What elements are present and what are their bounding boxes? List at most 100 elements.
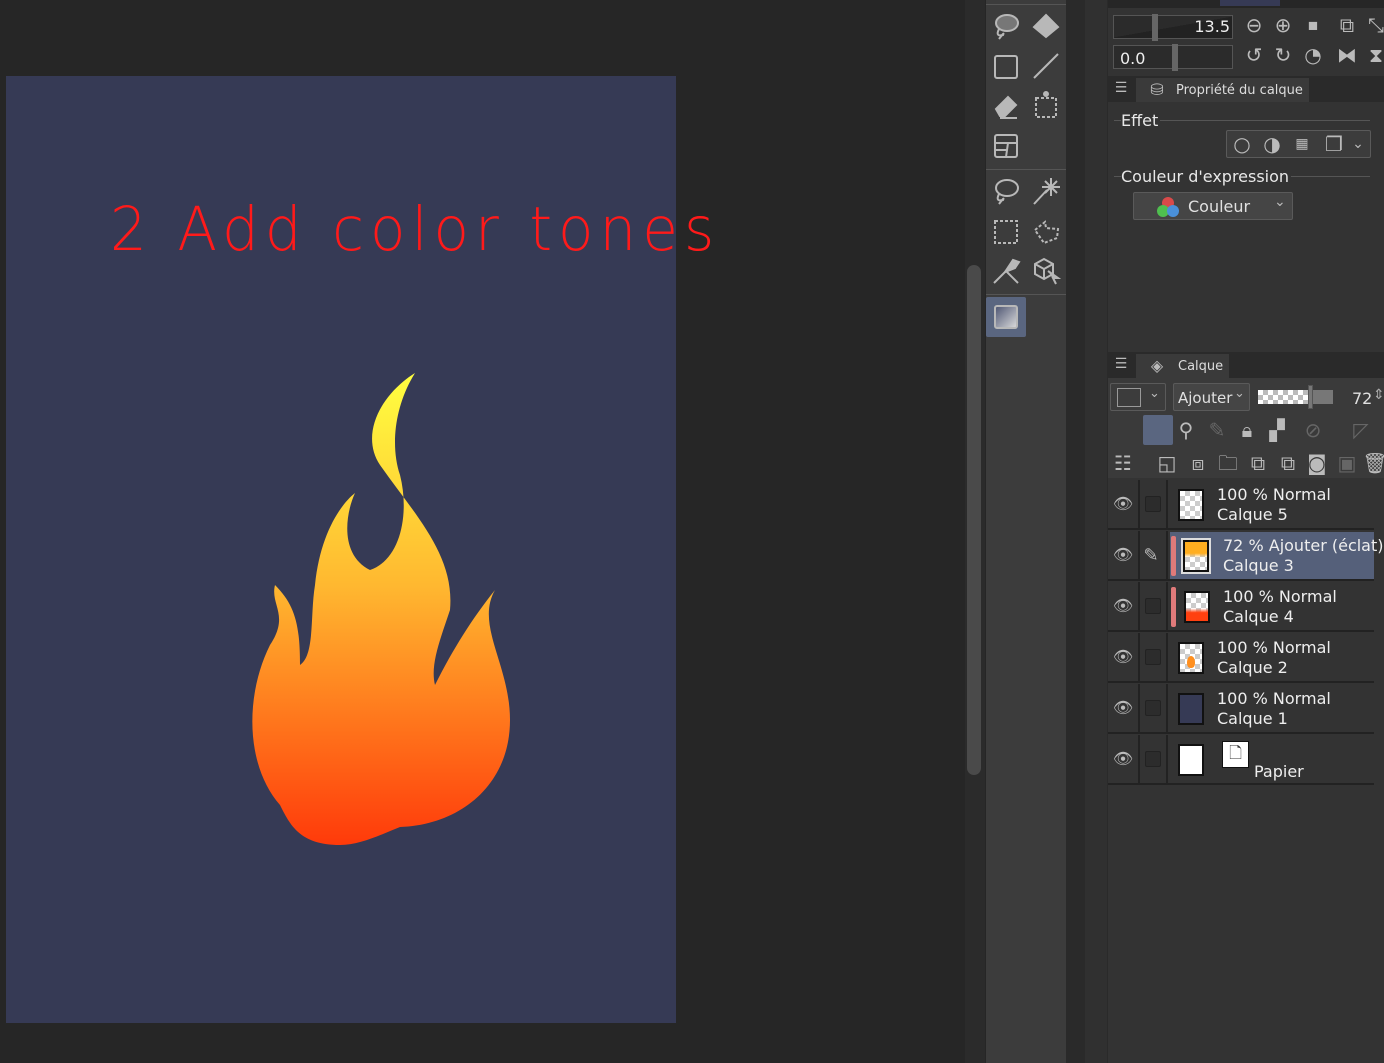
lock-transparency-icon[interactable]: ▞ [1264,418,1290,442]
layer-property-icon: ⛁ [1150,80,1164,99]
draft-layer-icon[interactable]: ✎ [1204,418,1230,442]
reference-layer-icon[interactable]: ⚲ [1173,418,1199,442]
tab-layer-property[interactable]: ⛁ Propriété du calque [1136,78,1309,102]
layer-thumbnail [1178,489,1204,521]
layer-thumbnail [1184,591,1210,623]
eraser-tool-icon[interactable] [987,87,1025,125]
line-tool-icon[interactable] [1027,47,1065,85]
new-folder-icon[interactable]: 🗀︎ [1215,451,1241,475]
rectangle-tool-icon[interactable] [987,47,1025,85]
opacity-slider[interactable] [1258,385,1333,409]
panel-menu-icon[interactable]: ☰ [1108,352,1134,376]
layer-color-effect-icon[interactable]: ❐ [1321,132,1347,156]
rotate-right-icon[interactable]: ↻ [1270,43,1296,67]
magic-wand-tool-icon[interactable] [1027,172,1065,210]
frame-border-tool-icon[interactable] [987,127,1025,165]
3d-object-tool-icon[interactable] [1027,252,1065,290]
blend-mode-select[interactable]: Ajouter ⌄ [1173,383,1250,411]
layer-row-selected[interactable]: 👁︎ ✎ 72 % Ajouter (éclat) Calque 3 [1108,531,1384,581]
layer-row[interactable]: 👁︎ 100 % Normal Calque 5 [1108,480,1374,530]
expression-color-select[interactable]: Couleur ⌄ [1133,192,1293,220]
layer-row[interactable]: 👁︎ 100 % Normal Calque 2 [1108,633,1374,683]
fire-drawing [252,373,510,845]
pen-edit-icon: ✎ [1143,545,1159,566]
gradient-tool-icon[interactable] [986,297,1026,337]
polyline-select-tool-icon[interactable] [1027,212,1065,250]
layer-mode: 100 % Normal [1217,638,1331,657]
layer-name: Calque 4 [1223,607,1294,626]
mask-options-icon[interactable]: ⊘ [1300,418,1326,442]
layer-row[interactable]: 👁︎ 🗋︎ Papier [1108,735,1374,785]
new-vector-layer-icon[interactable]: ⧈ [1185,451,1211,475]
tab-label: Propriété du calque [1176,83,1303,98]
eye-icon[interactable]: 👁︎ [1112,698,1134,718]
eye-icon[interactable]: 👁︎ [1112,545,1134,565]
canvas-annotation: 2 Add color tones [110,193,721,265]
eye-icon[interactable]: 👁︎ [1112,596,1134,616]
layer-name: Papier [1254,762,1304,781]
navigator-preview[interactable] [1220,0,1280,6]
rotation-slider[interactable]: 0.0 [1113,44,1233,71]
rotate-left-icon[interactable]: ↺ [1241,43,1267,67]
layer-thumbnail [1178,744,1204,776]
zoom-out-icon[interactable]: ⊖ [1241,13,1267,37]
create-mask-icon[interactable]: ◙ [1304,451,1330,475]
zoom-in-icon[interactable]: ⊕ [1270,13,1296,37]
border-effect-icon[interactable]: ○ [1229,132,1255,156]
effect-label: Effet [1121,111,1161,130]
ruler-options-icon[interactable]: ◸ [1348,418,1374,442]
fit-window-icon[interactable]: ⤡ [1363,13,1384,37]
layer-checkbox[interactable] [1145,700,1161,716]
clip-to-lower-layer-icon[interactable] [1143,415,1173,445]
color-circles-icon [1157,197,1179,217]
actual-size-icon[interactable]: ⧉ [1334,13,1360,37]
layer-checkbox[interactable] [1145,751,1161,767]
layer-checkbox[interactable] [1145,496,1161,512]
reset-rotation-icon[interactable]: ◔ [1300,43,1326,67]
flip-horizontal-icon[interactable]: ⧓ [1334,43,1360,67]
panel-menu-icon[interactable]: ☰ [1108,76,1134,100]
tone-effect-icon[interactable]: ◑ [1259,132,1285,156]
zoom-slider[interactable]: 13.5 [1113,14,1233,41]
chevron-down-icon: ⌄ [1274,194,1286,210]
delete-layer-icon[interactable]: 🗑︎ [1362,451,1384,475]
layer-checkbox[interactable] [1145,598,1161,614]
transform-tool-icon[interactable] [1027,87,1065,125]
panel-divider[interactable] [1085,0,1107,1063]
lasso-fill-tool-icon[interactable] [987,7,1025,45]
dither-effect-icon[interactable]: ▦ [1289,132,1315,156]
layer-list: 👁︎ 100 % Normal Calque 5 👁︎ ✎ 72 % Ajoute… [1108,480,1384,790]
layer-name: Calque 3 [1223,556,1294,575]
chevron-down-icon[interactable]: ⌄ [1345,132,1371,156]
layer-checkbox[interactable] [1145,649,1161,665]
layer-color-marker [1171,536,1176,576]
apply-mask-icon[interactable]: ▣ [1334,451,1360,475]
opacity-stepper[interactable]: ⇕ [1373,387,1384,403]
eye-icon[interactable]: 👁︎ [1112,749,1134,769]
fit-view-icon[interactable]: ⏹ [1300,13,1326,37]
layer-color-select[interactable]: ⌄ [1110,383,1166,411]
rectangle-select-tool-icon[interactable] [987,212,1025,250]
expression-color-value: Couleur [1188,197,1251,216]
lock-layer-icon[interactable]: 🔒︎ [1234,418,1260,442]
zoom-value: 13.5 [1194,17,1230,36]
tab-layer[interactable]: ◈ Calque [1136,354,1230,378]
vector-tool-icon[interactable] [987,252,1025,290]
right-panel: 13.5 0.0 ⊖ ⊕ ⏹ ⧉ ⤡ ↺ ↻ ◔ ⧓ ⧗ ☰ ⛁ Propriét… [1108,0,1384,1063]
paper-icon: 🗋︎ [1222,741,1249,768]
layer-row[interactable]: 👁︎ 100 % Normal Calque 1 [1108,684,1374,734]
lasso-select-tool-icon[interactable] [987,172,1025,210]
layer-row[interactable]: 👁︎ 100 % Normal Calque 4 [1108,582,1374,632]
flip-vertical-icon[interactable]: ⧗ [1363,43,1384,67]
new-raster-layer-icon[interactable]: ◱ [1154,451,1180,475]
layer-list-icon[interactable]: ☷ [1110,451,1136,475]
fill-bucket-tool-icon[interactable] [1027,7,1065,45]
merge-down-icon[interactable]: ⧉ [1275,451,1301,475]
layer-mode: 100 % Normal [1217,485,1331,504]
scrollbar-thumb[interactable] [967,265,981,775]
eye-icon[interactable]: 👁︎ [1112,494,1134,514]
opacity-value[interactable]: 72 [1352,389,1372,408]
layer-thumbnail [1178,693,1204,725]
transfer-to-lower-layer-icon[interactable]: ⧉ [1245,451,1271,475]
eye-icon[interactable]: 👁︎ [1112,647,1134,667]
